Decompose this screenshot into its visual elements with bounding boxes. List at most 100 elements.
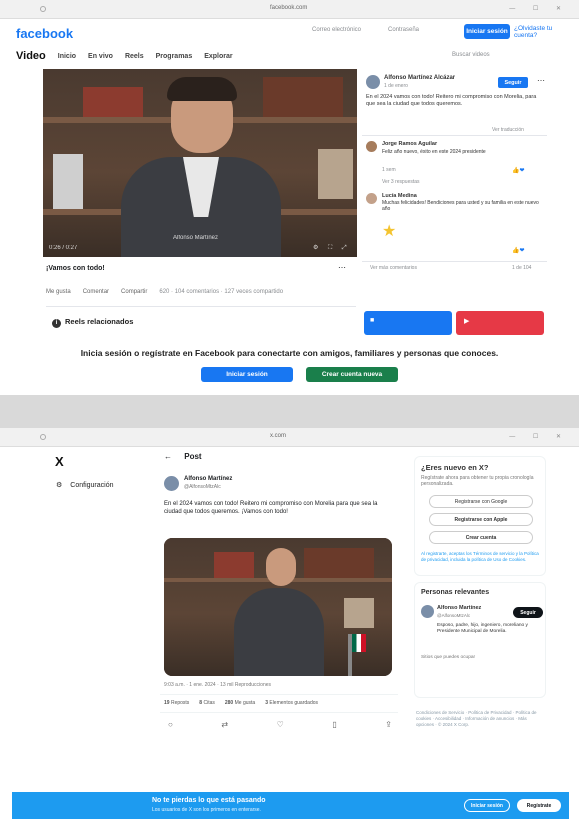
related-reel-card[interactable]: ■ bbox=[364, 311, 452, 335]
post-author[interactable]: Alfonso Martínez bbox=[184, 476, 232, 482]
banner-subtitle: Los usuarios de X son los primeros en en… bbox=[152, 807, 261, 813]
x-screenshot: x.com — ☐ ✕ X ⚙ Configuración ← Post Alf… bbox=[0, 428, 579, 819]
tab-explorar[interactable]: Explorar bbox=[204, 53, 232, 60]
person-name[interactable]: Alfonso Martínez bbox=[437, 605, 481, 611]
avatar[interactable] bbox=[366, 193, 377, 204]
create-account-button[interactable]: Crear cuenta bbox=[429, 531, 533, 544]
post-handle[interactable]: @AlfonsoMtzAlc bbox=[184, 484, 221, 490]
like-button[interactable]: Me gusta bbox=[46, 289, 71, 295]
login-button[interactable]: Iniciar sesión bbox=[464, 24, 510, 39]
video-time: 0:26 / 0:27 bbox=[49, 245, 78, 251]
follow-button[interactable]: Seguir bbox=[513, 607, 543, 618]
google-signup-button[interactable]: Registrarse con Google bbox=[429, 495, 533, 508]
translate-link[interactable]: Ver traducción bbox=[492, 127, 524, 133]
tab-inicio[interactable]: Inicio bbox=[58, 53, 76, 60]
facebook-screenshot: facebook.com — ☐ ✕ facebook Correo elect… bbox=[0, 0, 579, 395]
terms-text[interactable]: Al registrarte, aceptas los Términos de … bbox=[421, 551, 543, 563]
cta-signup-button[interactable]: Crear cuenta nueva bbox=[306, 367, 398, 382]
address-bar[interactable]: x.com bbox=[270, 433, 286, 439]
trends-link[interactable]: Sitios que puedes ocupar bbox=[421, 655, 543, 660]
info-icon: i bbox=[52, 319, 61, 328]
video-title: ¡Vamos con todo! bbox=[46, 265, 105, 272]
action-bar: Me gusta Comentar Compartir 620 · 104 co… bbox=[46, 289, 283, 295]
video-caption: Alfonso Martínez bbox=[173, 235, 219, 241]
more-icon[interactable]: ⋯ bbox=[537, 76, 545, 85]
tab-programas[interactable]: Programas bbox=[156, 53, 193, 60]
avatar[interactable] bbox=[366, 141, 377, 152]
comment-reactions-icon: 👍❤ bbox=[512, 248, 525, 254]
divider bbox=[160, 694, 398, 695]
share-button[interactable]: Compartir bbox=[121, 289, 147, 295]
address-bar[interactable]: facebook.com bbox=[270, 5, 307, 11]
video-player[interactable]: Alfonso Martínez 0:26 / 0:27 ⚙ ⛶ ⤢ bbox=[43, 69, 357, 257]
post-text: En el 2024 vamos con todo! Reitero mi co… bbox=[366, 94, 537, 108]
reply-icon[interactable]: ○ bbox=[168, 720, 173, 729]
divider bbox=[362, 135, 547, 136]
like-icon[interactable]: ♡ bbox=[277, 720, 284, 729]
cta-login-button[interactable]: Iniciar sesión bbox=[201, 367, 293, 382]
video-search-input[interactable]: Buscar videos bbox=[452, 52, 490, 58]
forgot-account-link[interactable]: ¿Olvidaste tu cuenta? bbox=[514, 24, 570, 39]
facebook-logo[interactable]: facebook bbox=[16, 26, 73, 41]
video-nav-title[interactable]: Video bbox=[16, 50, 46, 62]
divider bbox=[362, 261, 547, 262]
footer-links[interactable]: Condiciones de Servicio · Política de Pr… bbox=[416, 710, 546, 728]
related-reel-card[interactable]: ▶ bbox=[456, 311, 544, 335]
sidebar-item-settings[interactable]: ⚙ Configuración bbox=[56, 481, 114, 490]
password-field[interactable]: Contraseña bbox=[388, 27, 419, 37]
post-author[interactable]: Alfonso Martínez Alcázar bbox=[384, 75, 455, 81]
avatar[interactable] bbox=[164, 476, 179, 491]
sidebar-item-label: Configuración bbox=[70, 481, 114, 489]
books bbox=[263, 77, 343, 117]
books bbox=[304, 548, 374, 578]
window-controls-icon[interactable]: — ☐ ✕ bbox=[509, 5, 569, 12]
banner-title: No te pierdas lo que está pasando bbox=[152, 797, 266, 804]
repost-icon[interactable]: ⇄ bbox=[221, 720, 228, 729]
reposts-stat: 19 Reposts bbox=[164, 700, 190, 706]
browser-toolbar: x.com — ☐ ✕ bbox=[0, 428, 579, 447]
tab-reels[interactable]: Reels bbox=[125, 53, 144, 60]
more-icon[interactable]: ⋯ bbox=[338, 263, 346, 272]
follow-button[interactable]: Seguir bbox=[498, 77, 528, 88]
avatar[interactable] bbox=[366, 75, 380, 89]
apple-signup-button[interactable]: Registrarse con Apple bbox=[429, 513, 533, 526]
signup-subtitle: Regístrate ahora para obtener tu propia … bbox=[421, 475, 534, 487]
person-handle[interactable]: @AlfonsoMtzAlc bbox=[437, 613, 470, 618]
divider bbox=[160, 712, 398, 713]
mexico-flag-icon bbox=[352, 634, 366, 652]
comment-text: Feliz año nuevo, éxito en este 2024 pres… bbox=[382, 149, 486, 155]
share-icon[interactable]: ⇪ bbox=[385, 720, 392, 729]
window-controls-icon[interactable]: — ☐ ✕ bbox=[509, 433, 569, 440]
post-panel: Alfonso Martínez Alcázar 1 de enero Segu… bbox=[362, 69, 547, 309]
avatar[interactable] bbox=[421, 605, 434, 618]
banner-signup-button[interactable]: Regístrate bbox=[517, 799, 561, 812]
likes-stat: 280 Me gusta bbox=[224, 700, 256, 706]
more-comments-link[interactable]: Ver más comentarios bbox=[370, 265, 417, 271]
video-nav: Video Inicio En vivo Reels Programas Exp… bbox=[16, 48, 233, 64]
comment-button[interactable]: Comentar bbox=[83, 289, 109, 295]
back-icon[interactable] bbox=[40, 6, 46, 12]
comment-author[interactable]: Jorge Ramos Aguilar bbox=[382, 141, 437, 147]
view-replies-link[interactable]: Ver 3 respuestas bbox=[382, 179, 420, 185]
people-card: Personas relevantes Alfonso Martínez @Al… bbox=[414, 582, 546, 698]
divider bbox=[46, 306, 356, 307]
comment-author[interactable]: Lucía Medina bbox=[382, 193, 417, 199]
banner-login-button[interactable]: Iniciar sesión bbox=[464, 799, 510, 812]
back-arrow-icon[interactable]: ← bbox=[164, 452, 172, 461]
bookmark-icon[interactable]: ▯ bbox=[332, 720, 336, 729]
tab-en-vivo[interactable]: En vivo bbox=[88, 53, 113, 60]
back-icon[interactable] bbox=[40, 434, 46, 440]
post-stats: 19 Reposts 8 Citas 280 Me gusta 3 Elemen… bbox=[164, 700, 318, 706]
player-controls-icon[interactable]: ⚙ ⛶ ⤢ bbox=[313, 244, 351, 252]
comment-text: Muchas felicidades! Bendiciones para ust… bbox=[382, 200, 539, 212]
reel-icon: ■ bbox=[370, 317, 375, 324]
x-logo[interactable]: X bbox=[55, 454, 64, 469]
people-title: Personas relevantes bbox=[421, 589, 490, 596]
browser-toolbar: facebook.com — ☐ ✕ bbox=[0, 0, 579, 19]
post-video[interactable] bbox=[164, 538, 392, 676]
post-time: 1 de enero bbox=[384, 83, 408, 89]
email-field[interactable]: Correo electrónico bbox=[312, 27, 361, 37]
post-stats: 620 · 104 comentarios · 127 veces compar… bbox=[159, 289, 284, 295]
video-title-row: ¡Vamos con todo! ⋯ bbox=[46, 263, 356, 272]
post-actions: ○ ⇄ ♡ ▯ ⇪ bbox=[168, 720, 392, 729]
